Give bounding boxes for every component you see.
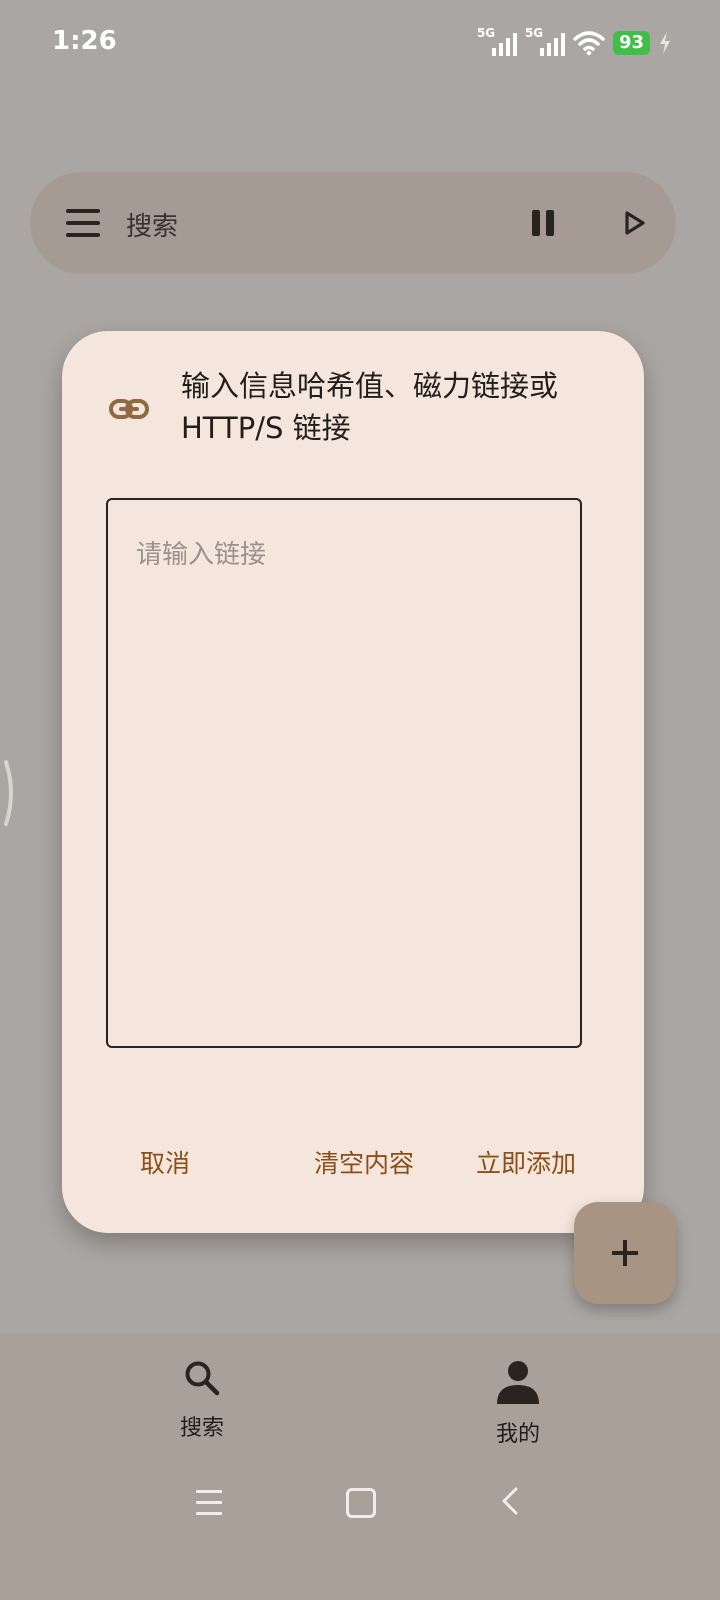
wifi-icon [573, 31, 605, 56]
menu-icon[interactable] [66, 209, 100, 237]
play-icon[interactable] [624, 210, 646, 236]
home-icon[interactable] [346, 1488, 376, 1518]
pause-icon[interactable] [532, 210, 556, 236]
status-bar: 1:26 5G 5G 93 [0, 0, 720, 90]
charging-icon [660, 32, 670, 54]
edge-swipe-handle[interactable] [0, 758, 18, 828]
add-link-dialog: 输入信息哈希值、磁力链接或 HTTP/S 链接 取消 清空内容 立即添加 [62, 331, 644, 1233]
link-input[interactable] [106, 498, 582, 1048]
search-icon [185, 1361, 220, 1396]
dialog-title: 输入信息哈希值、磁力链接或 HTTP/S 链接 [181, 369, 559, 445]
search-bar-label[interactable]: 搜索 [126, 206, 178, 243]
nav-label-mine: 我的 [495, 1422, 540, 1447]
battery-icon: 93 [612, 31, 650, 55]
signal-icon: 5G [477, 26, 517, 58]
recents-icon[interactable] [196, 1490, 222, 1516]
clear-content-button[interactable]: 清空内容 [314, 1143, 414, 1185]
person-icon [497, 1361, 539, 1404]
nav-item-mine[interactable]: 我的 [448, 1358, 588, 1468]
nav-item-search[interactable]: 搜索 [132, 1358, 272, 1468]
add-now-button[interactable]: 立即添加 [476, 1143, 576, 1185]
cancel-button[interactable]: 取消 [140, 1143, 190, 1185]
signal-icon: 5G [525, 26, 565, 58]
add-fab-button[interactable] [574, 1202, 676, 1304]
status-time: 1:26 [52, 26, 117, 56]
top-search-bar[interactable]: 搜索 [30, 172, 676, 274]
link-icon [109, 399, 149, 419]
nav-label-search: 搜索 [179, 1416, 224, 1441]
status-icons: 5G 5G 93 [477, 26, 672, 60]
system-navigation-bar [0, 1476, 720, 1536]
back-icon[interactable] [500, 1486, 520, 1516]
bottom-navigation: 搜索 我的 [0, 1334, 720, 1600]
plus-icon [612, 1240, 638, 1266]
